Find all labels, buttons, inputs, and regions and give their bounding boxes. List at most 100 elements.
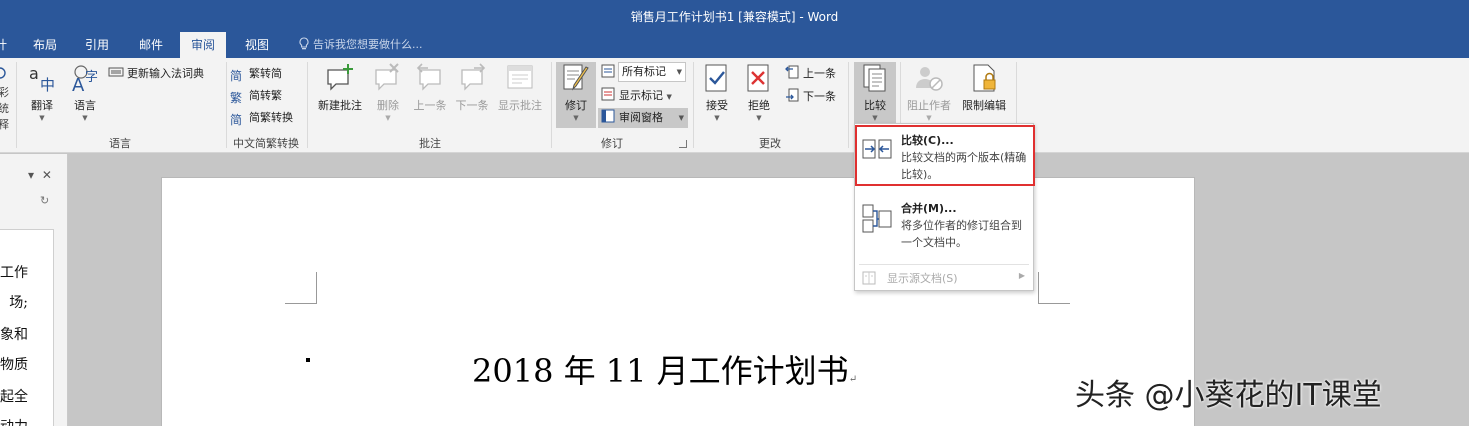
group-label-comments: 批注 — [419, 137, 441, 150]
track-changes-icon — [563, 64, 589, 91]
menu-item-show-source[interactable]: 显示源文档(S) ▶ — [855, 268, 1033, 288]
group-separator — [693, 62, 694, 148]
language-icon: A字 — [72, 65, 98, 94]
chevron-right-icon: ▶ — [1018, 271, 1025, 280]
tell-me-box[interactable]: 告诉我您想要做什么... — [298, 32, 423, 58]
show-comments-button[interactable]: 显示批注 — [494, 62, 546, 113]
simplified-to-traditional-button[interactable]: 繁简转繁 — [230, 86, 282, 106]
compare-label: 比较 — [864, 99, 886, 112]
traditional-simplified-icon: 简 — [230, 69, 243, 83]
previous-change-button[interactable]: 上一条 — [784, 64, 836, 84]
track-changes-button[interactable]: 修订 ▼ — [556, 62, 596, 128]
chevron-down-icon: ▼ — [926, 114, 932, 122]
previous-label: 上一条 — [413, 99, 447, 112]
previous-change-label: 上一条 — [803, 67, 836, 80]
chinese-conversion-button[interactable]: 简简繁转换 — [230, 108, 293, 128]
compare-button[interactable]: 比较 ▼ — [854, 62, 896, 128]
pane-close-icon[interactable]: ✕ — [42, 168, 52, 182]
show-markup-icon — [601, 87, 615, 101]
tab-design[interactable]: 计 — [0, 32, 18, 58]
preview-line: 工作 — [0, 265, 28, 281]
heading-text: 2018 年 11 月工作计划书 — [472, 352, 849, 390]
show-source-label: 显示源文档(S) — [887, 272, 958, 285]
reject-button[interactable]: 拒绝 ▼ — [742, 62, 776, 122]
restrict-editing-icon — [973, 64, 996, 92]
lightbulb-icon — [299, 37, 309, 50]
tab-references[interactable]: 引用 — [74, 32, 120, 58]
svg-text:A: A — [72, 75, 85, 94]
ribbon-tabs: 计 布局 引用 邮件 审阅 视图 告诉我您想要做什么... — [0, 32, 1469, 58]
group-separator — [551, 62, 552, 148]
chevron-down-icon: ▼ — [714, 114, 720, 122]
chevron-down-icon: ▼ — [666, 93, 672, 101]
reject-label: 拒绝 — [748, 99, 770, 112]
refresh-icon[interactable]: ↻ — [40, 194, 49, 207]
tab-review[interactable]: 审阅 — [180, 32, 227, 58]
accept-label: 接受 — [706, 99, 728, 112]
info-icon — [0, 67, 6, 79]
cut-label-3: 释 — [0, 118, 9, 131]
delete-comment-button[interactable]: 删除 ▼ — [370, 62, 406, 122]
translate-button[interactable]: a中 翻译 ▼ — [22, 62, 62, 122]
menu-item-combine[interactable]: 合并(M)... 将多位作者的修订组合到一个文档中。 — [855, 200, 1033, 262]
preview-line: 起全 — [0, 389, 28, 405]
dialog-launcher-icon[interactable] — [679, 140, 687, 148]
cut-label-2: 统 — [0, 102, 9, 115]
document-heading[interactable]: 2018 年 11 月工作计划书↵ — [472, 346, 857, 392]
accept-button[interactable]: 接受 ▼ — [700, 62, 734, 122]
next-label: 下一条 — [455, 99, 489, 112]
conversion-label: 简繁转换 — [249, 111, 293, 124]
crop-mark — [285, 272, 317, 304]
tab-view[interactable]: 视图 — [234, 32, 280, 58]
traditional-to-simplified-button[interactable]: 简繁转简 — [230, 64, 282, 84]
delete-comment-icon — [375, 63, 399, 91]
group-label-changes: 更改 — [759, 137, 781, 150]
tell-me-text: 告诉我您想要做什么... — [313, 38, 423, 51]
language-button[interactable]: A字 语言 ▼ — [65, 62, 105, 122]
markup-display-value: 所有标记 — [622, 65, 666, 78]
block-authors-button[interactable]: 阻止作者 ▼ — [904, 62, 954, 122]
next-comment-icon — [461, 63, 486, 91]
pane-options-chevron-icon[interactable]: ▾ — [28, 168, 34, 182]
chevron-down-icon: ▼ — [82, 114, 88, 122]
highlight-box — [855, 125, 1035, 186]
ribbon: 彩 统 释 a中 翻译 ▼ A字 语言 ▼ 更新输入法词典 语言 简繁转简 繁简… — [0, 58, 1469, 153]
restrict-editing-button[interactable]: 限制编辑 — [958, 62, 1010, 113]
new-comment-button[interactable]: 新建批注 — [314, 62, 366, 113]
reviewing-pane-button[interactable]: 审阅窗格 ▼ — [598, 108, 688, 128]
block-authors-icon — [916, 67, 943, 91]
crop-mark — [1038, 272, 1070, 304]
svg-text:a: a — [29, 64, 39, 83]
preview-line: 场; — [9, 295, 28, 311]
update-ime-dictionary-button[interactable]: 更新输入法词典 — [108, 64, 204, 84]
tab-mailings[interactable]: 邮件 — [128, 32, 174, 58]
previous-change-icon — [785, 65, 799, 79]
next-change-button[interactable]: 下一条 — [784, 87, 836, 107]
new-comment-label: 新建批注 — [318, 99, 362, 112]
chevron-down-icon: ▼ — [573, 114, 579, 122]
combine-menu-desc: 将多位作者的修订组合到一个文档中。 — [901, 219, 1022, 249]
restrict-editing-label: 限制编辑 — [962, 99, 1006, 112]
combine-menu-title: 合并(M)... — [901, 202, 957, 215]
track-changes-label: 修订 — [565, 99, 587, 112]
pane-controls: ▾ ✕ — [28, 168, 52, 182]
translate-label: 翻译 — [31, 99, 53, 112]
markup-display-select[interactable]: 所有标记 ▼ — [618, 62, 686, 82]
show-source-icon — [862, 271, 876, 285]
previous-comment-button[interactable]: 上一条 — [410, 62, 450, 113]
document-page[interactable]: 2018 年 11 月工作计划书↵ — [161, 177, 1195, 426]
paragraph-bullet — [306, 358, 310, 362]
combine-documents-icon — [862, 204, 892, 233]
tab-layout[interactable]: 布局 — [22, 32, 68, 58]
next-comment-button[interactable]: 下一条 — [452, 62, 492, 113]
language-label: 语言 — [74, 99, 96, 112]
paragraph-mark-icon: ↵ — [848, 374, 858, 385]
chevron-down-icon: ▼ — [676, 68, 682, 76]
show-markup-button[interactable]: 显示标记 ▼ — [600, 86, 672, 106]
menu-separator — [859, 264, 1029, 265]
translate-icon: a中 — [29, 64, 55, 94]
cut-off-group-text: 彩 统 释 — [0, 66, 9, 133]
previous-comment-icon — [416, 63, 441, 91]
preview-line: 动力 — [0, 416, 54, 426]
reject-icon — [747, 64, 769, 92]
